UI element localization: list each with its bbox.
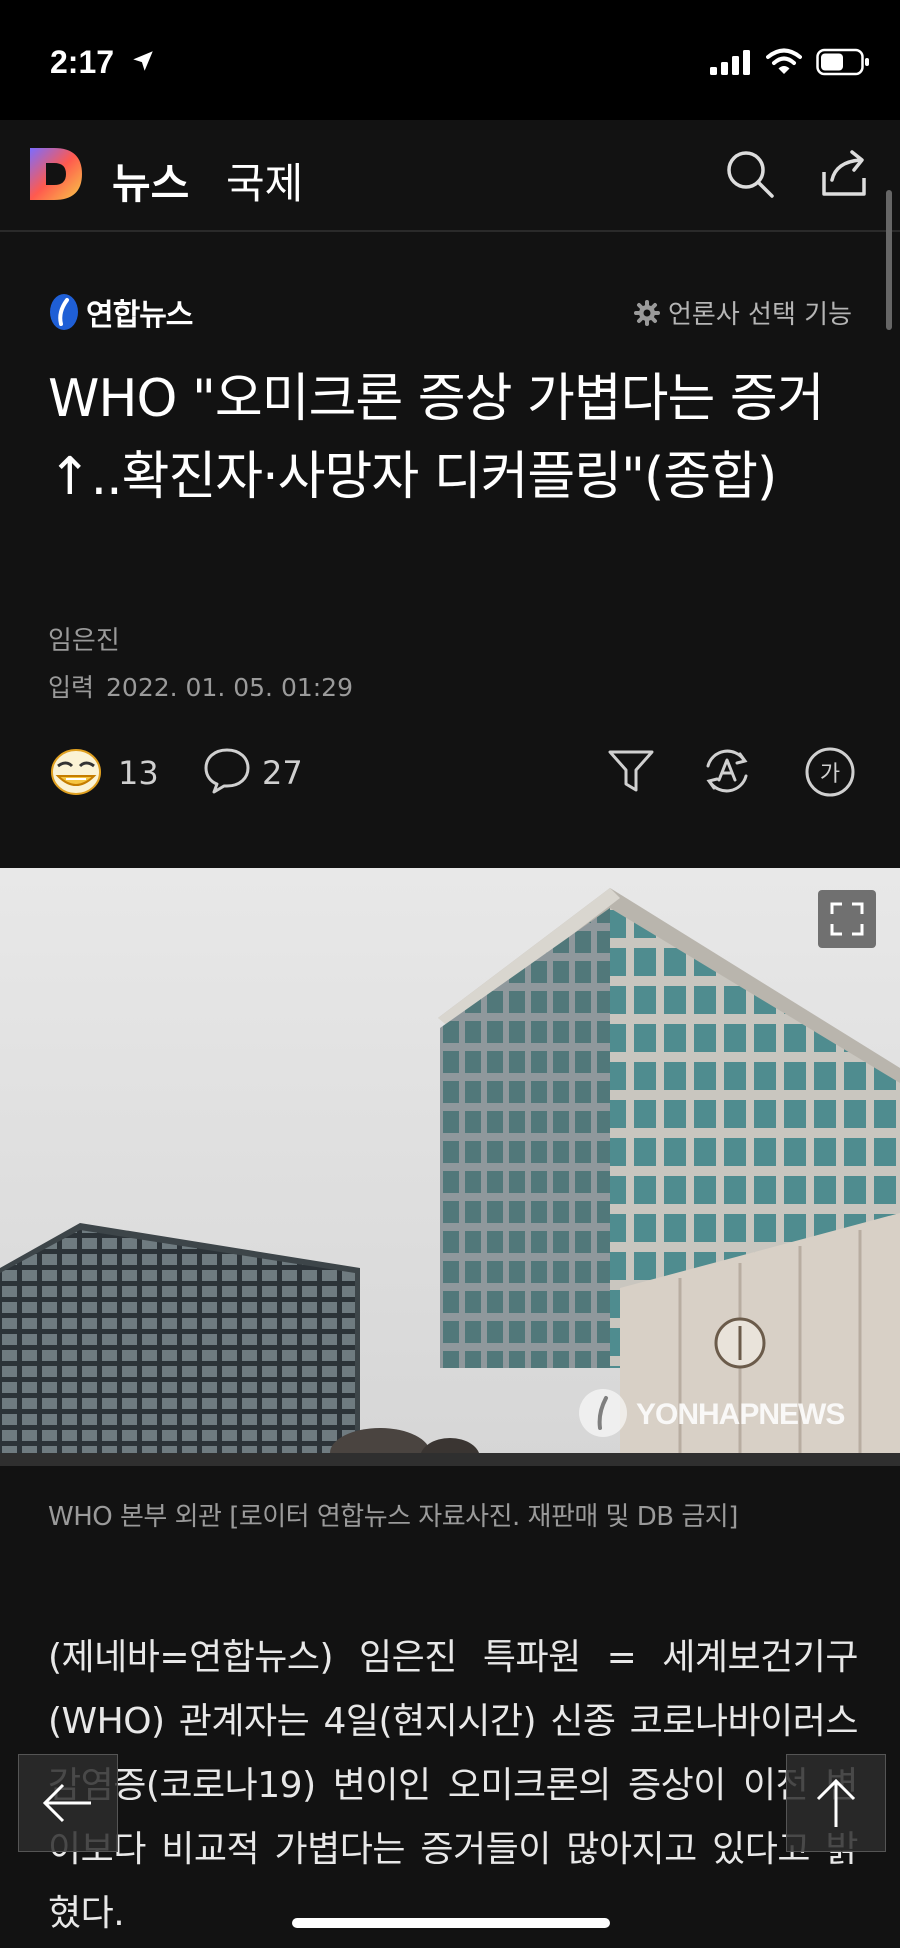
status-indicators — [710, 48, 870, 76]
reporter-name[interactable]: 임은진 — [48, 620, 120, 657]
comment-count[interactable]: 27 — [262, 754, 303, 792]
nav-news-tab[interactable]: 뉴스 — [112, 150, 189, 211]
press-name: 연합뉴스 — [86, 298, 193, 333]
reaction-count[interactable]: 13 — [118, 754, 159, 792]
font-size-button[interactable]: 가 — [804, 746, 856, 798]
battery-icon — [816, 48, 869, 76]
press-logo[interactable]: 연합뉴스 — [48, 290, 193, 334]
photo-caption: WHO 본부 외관 [로이터 연합뉴스 자료사진. 재판매 및 DB 금지] — [48, 1502, 738, 1532]
press-select-label: 언론사 선택 기능 — [668, 300, 852, 330]
emoji-face-icon[interactable] — [48, 746, 104, 798]
search-icon[interactable] — [722, 146, 778, 202]
expand-icon — [830, 902, 864, 936]
press-select-button[interactable]: 언론사 선택 기능 — [634, 294, 852, 331]
article-photo[interactable] — [0, 868, 900, 1466]
photo-watermark: YONHAPNEWS — [636, 1398, 845, 1431]
yonhap-logo-icon — [50, 294, 78, 330]
article-headline: WHO "오미크론 증상 가볍다는 증거↑..확진자·사망자 디커플링"(종합) — [48, 369, 825, 507]
expand-photo-button[interactable] — [818, 890, 876, 948]
who-headquarters-photo — [0, 868, 900, 1466]
scroll-top-button[interactable] — [786, 1754, 886, 1852]
cellular-signal-icon — [710, 50, 750, 75]
article-datetime: 입력 2022. 01. 05. 01:29 — [48, 668, 353, 704]
status-time: 2:17 — [50, 44, 115, 80]
scroll-top-icon — [816, 1778, 856, 1827]
date-value: 2022. 01. 05. 01:29 — [106, 673, 353, 702]
location-arrow-icon — [133, 51, 153, 71]
wifi-icon — [766, 48, 802, 74]
text-to-speech-icon[interactable] — [700, 746, 754, 796]
nav-category-international[interactable]: 국제 — [226, 150, 303, 211]
date-label: 입력 — [48, 673, 95, 702]
font-size-label: 가 — [819, 762, 841, 787]
daum-logo-icon[interactable] — [26, 144, 86, 204]
home-indicator[interactable] — [292, 1918, 610, 1928]
comment-icon[interactable] — [202, 746, 252, 794]
back-arrow-icon — [42, 1783, 91, 1823]
article-body: (제네바=연합뉴스) 임은진 특파원 = 세계보건기구(WHO) 관계자는 4일… — [48, 1637, 859, 1934]
status-bar: 2:17 — [0, 0, 900, 120]
share-icon[interactable] — [816, 144, 872, 200]
scrollbar-thumb[interactable] — [886, 190, 892, 330]
gear-icon — [634, 299, 661, 326]
app-header: 뉴스 국제 — [0, 120, 900, 232]
article-actions: 13 27 가 — [0, 740, 900, 800]
back-button[interactable] — [18, 1754, 118, 1852]
filter-icon[interactable] — [606, 746, 656, 796]
